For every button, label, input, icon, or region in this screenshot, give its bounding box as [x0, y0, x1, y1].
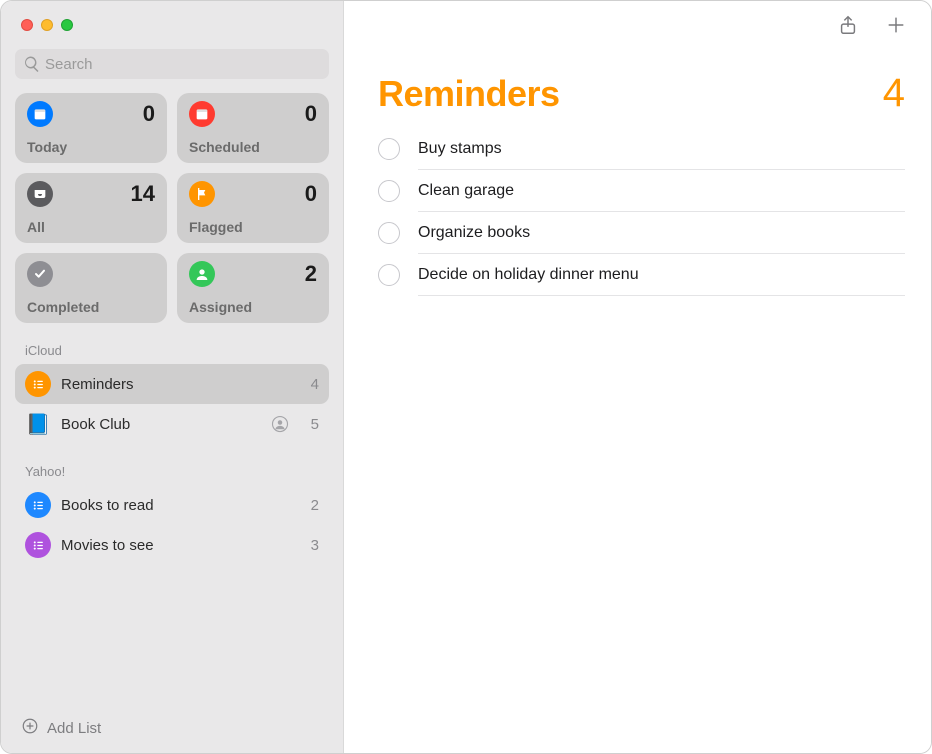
sidebar-list-item[interactable]: 📘 Book Club 5 [15, 404, 329, 444]
smart-card-assigned[interactable]: 2 Assigned [177, 253, 329, 323]
reminder-text: Clean garage [418, 182, 514, 200]
list-total-count: 4 [883, 71, 905, 116]
book-emoji-icon: 📘 [25, 411, 51, 437]
fullscreen-window-button[interactable] [61, 19, 73, 31]
list-count: 3 [305, 537, 319, 554]
calendar-icon [189, 101, 215, 127]
reminder-text: Buy stamps [418, 140, 502, 158]
main-panel: Reminders 4 Buy stamps Clean garage Organi… [344, 1, 931, 753]
complete-toggle[interactable] [378, 264, 400, 286]
close-window-button[interactable] [21, 19, 33, 31]
reminder-row[interactable]: Clean garage [344, 170, 931, 212]
list-title: Reminders [378, 73, 560, 115]
person-icon [189, 261, 215, 287]
smart-label: Scheduled [189, 139, 317, 155]
sidebar-lists: iCloud Reminders 4 📘 Book Club 5 Yahoo! Books t… [15, 323, 329, 565]
check-icon [27, 261, 53, 287]
list-header: Reminders 4 [344, 53, 931, 122]
share-button[interactable] [835, 14, 861, 40]
reminder-items: Buy stamps Clean garage Organize books Deci… [344, 122, 931, 296]
list-name: Books to read [61, 497, 295, 514]
smart-card-today[interactable]: 0 Today [15, 93, 167, 163]
smart-label: Flagged [189, 219, 317, 235]
sidebar-list-item[interactable]: Reminders 4 [15, 364, 329, 404]
add-reminder-button[interactable] [883, 14, 909, 40]
smart-label: All [27, 219, 155, 235]
plus-circle-icon [21, 717, 39, 739]
shared-icon [271, 415, 289, 433]
list-name: Movies to see [61, 537, 295, 554]
smart-count: 2 [305, 261, 317, 287]
minimize-window-button[interactable] [41, 19, 53, 31]
reminder-row[interactable]: Buy stamps [344, 128, 931, 170]
reminder-text: Decide on holiday dinner menu [418, 266, 639, 284]
complete-toggle[interactable] [378, 222, 400, 244]
smart-card-completed[interactable]: Completed [15, 253, 167, 323]
section-header: Yahoo! [25, 464, 329, 479]
app-window: 0 Today 0 Scheduled 14 All 0 Flagged Completed 2 A… [0, 0, 932, 754]
share-icon [837, 14, 859, 41]
search-input[interactable] [15, 49, 329, 79]
toolbar [344, 1, 931, 53]
smart-label: Assigned [189, 299, 317, 315]
reminder-row[interactable]: Organize books [344, 212, 931, 254]
smart-count: 0 [143, 101, 155, 127]
sidebar-list-item[interactable]: Books to read 2 [15, 485, 329, 525]
add-list-button[interactable]: Add List [15, 705, 329, 753]
flag-icon [189, 181, 215, 207]
list-bullet-icon [25, 371, 51, 397]
smart-card-flagged[interactable]: 0 Flagged [177, 173, 329, 243]
list-name: Book Club [61, 416, 261, 433]
smart-count: 0 [305, 101, 317, 127]
add-list-label: Add List [47, 720, 101, 737]
smart-card-scheduled[interactable]: 0 Scheduled [177, 93, 329, 163]
list-bullet-icon [25, 532, 51, 558]
calendar-icon [27, 101, 53, 127]
sidebar-list-item[interactable]: Movies to see 3 [15, 525, 329, 565]
smart-count: 0 [305, 181, 317, 207]
window-controls [15, 1, 329, 45]
smart-label: Today [27, 139, 155, 155]
reminder-text: Organize books [418, 224, 530, 242]
smart-count: 14 [131, 181, 155, 207]
complete-toggle[interactable] [378, 138, 400, 160]
tray-icon [27, 181, 53, 207]
reminder-row[interactable]: Decide on holiday dinner menu [344, 254, 931, 296]
section-header: iCloud [25, 343, 329, 358]
list-count: 5 [305, 416, 319, 433]
smart-label: Completed [27, 299, 155, 315]
search-wrap [15, 49, 329, 79]
sidebar: 0 Today 0 Scheduled 14 All 0 Flagged Completed 2 A… [1, 1, 344, 753]
smart-lists-grid: 0 Today 0 Scheduled 14 All 0 Flagged Completed 2 A… [15, 93, 329, 323]
plus-icon [885, 14, 907, 41]
list-name: Reminders [61, 376, 295, 393]
list-count: 2 [305, 497, 319, 514]
complete-toggle[interactable] [378, 180, 400, 202]
list-count: 4 [305, 376, 319, 393]
list-bullet-icon [25, 492, 51, 518]
smart-card-all[interactable]: 14 All [15, 173, 167, 243]
